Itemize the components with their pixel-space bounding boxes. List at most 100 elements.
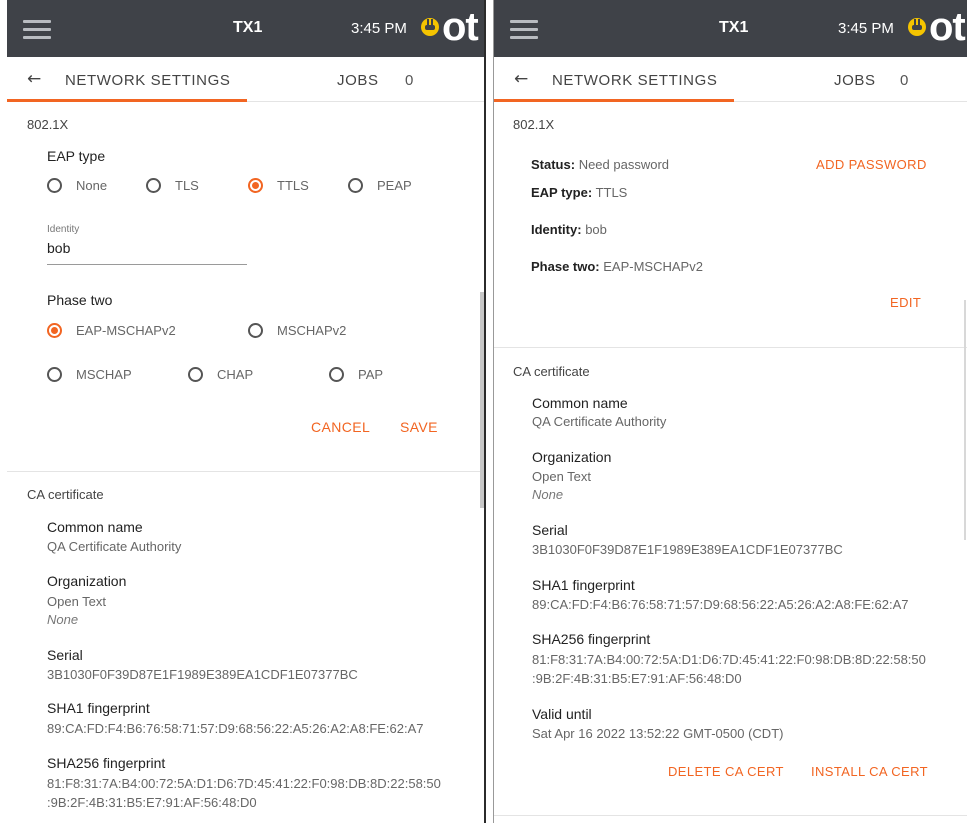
sub-header: ← NETWORK SETTINGS JOBS 0: [494, 57, 967, 102]
phase-two-label: Phase two: [47, 292, 113, 308]
organization-unit-value: None: [47, 612, 79, 627]
status-row: Status: Need password: [531, 157, 669, 172]
section-8021x-heading: 802.1X: [513, 117, 555, 132]
device-name: TX1: [719, 19, 749, 36]
phase-radio-mschapv2[interactable]: MSCHAPv2: [248, 323, 346, 338]
edit-button[interactable]: EDIT: [890, 295, 921, 310]
scrollbar-track[interactable]: [964, 300, 966, 540]
jobs-count: 0: [900, 72, 909, 89]
valid-until-label: Valid until: [532, 706, 592, 722]
radio-circle: [188, 367, 203, 382]
organization-value: Open Text: [47, 594, 107, 609]
organization-value: Open Text: [532, 469, 592, 484]
back-arrow-icon[interactable]: ←: [514, 69, 528, 89]
serial-value: 3B1030F0F39D87E1F1989E389EA1CDF1E07377BC: [532, 542, 843, 557]
page-title: NETWORK SETTINGS: [552, 72, 718, 89]
phase-radio-eap-mschapv2[interactable]: EAP-MSCHAPv2: [47, 323, 176, 338]
eap-type-label: EAP type:: [531, 185, 593, 200]
identity-value: bob: [585, 222, 607, 237]
ca-certificate-heading: CA certificate: [27, 487, 104, 502]
identity-row: Identity: bob: [531, 222, 607, 237]
active-tab-indicator: [7, 99, 247, 102]
back-arrow-icon[interactable]: ←: [27, 69, 41, 89]
plug-icon: [421, 18, 439, 36]
sha1-label: SHA1 fingerprint: [532, 577, 635, 593]
cancel-button[interactable]: CANCEL: [311, 419, 370, 435]
left-screen: TX1 3:45 PM ot ← NETWORK SETTINGS JOBS 0…: [7, 0, 484, 823]
serial-label: Serial: [47, 647, 83, 663]
organization-unit-value: None: [532, 487, 564, 502]
radio-circle: [47, 178, 62, 193]
active-tab-indicator: [494, 99, 734, 102]
section-divider-bottom: [494, 815, 967, 816]
status-value: Need password: [578, 157, 670, 172]
eap-type-value: TTLS: [595, 185, 628, 200]
sha256-value-line2: :9B:2F:4B:31:B5:E7:91:AF:56:48:D0: [532, 671, 742, 686]
sha256-value-line1: 81:F8:31:7A:B4:00:72:5A:D1:D6:7D:45:41:2…: [47, 776, 441, 791]
install-ca-cert-button[interactable]: INSTALL CA CERT: [811, 764, 928, 779]
phase-two-value: EAP-MSCHAPv2: [603, 259, 703, 274]
save-button[interactable]: SAVE: [400, 419, 438, 435]
section-8021x-heading: 802.1X: [27, 117, 69, 132]
identity-field-label: Identity: [47, 224, 80, 235]
ot-logo: ot: [929, 5, 966, 49]
plug-icon: [908, 18, 926, 36]
delete-ca-cert-button[interactable]: DELETE CA CERT: [668, 764, 784, 779]
clock: 3:45 PM: [351, 20, 407, 37]
top-bar: TX1 3:45 PM ot: [494, 0, 967, 57]
sha256-label: SHA256 fingerprint: [47, 755, 166, 771]
valid-until-value: Sat Apr 16 2022 13:52:22 GMT-0500 (CDT): [532, 726, 784, 741]
common-name-label: Common name: [532, 395, 628, 411]
radio-circle-selected: [248, 178, 263, 193]
phase-radio-mschap[interactable]: MSCHAP: [47, 367, 132, 382]
clock: 3:45 PM: [838, 20, 894, 37]
radio-circle: [329, 367, 344, 382]
section-divider: [494, 347, 967, 348]
radio-circle: [248, 323, 263, 338]
radio-circle: [47, 367, 62, 382]
organization-label: Organization: [532, 449, 612, 465]
organization-label: Organization: [47, 573, 127, 589]
radio-circle-selected: [47, 323, 62, 338]
common-name-value: QA Certificate Authority: [47, 539, 182, 554]
top-bar: TX1 3:45 PM ot: [7, 0, 484, 57]
radio-circle: [146, 178, 161, 193]
eap-radio-peap[interactable]: PEAP: [348, 178, 412, 193]
ot-logo: ot: [442, 5, 479, 49]
phase-radio-chap[interactable]: CHAP: [188, 367, 253, 382]
phase-two-label: Phase two:: [531, 259, 600, 274]
menu-icon[interactable]: [510, 20, 538, 40]
screen-divider: [484, 0, 494, 823]
section-divider: [7, 471, 484, 472]
status-label: Status:: [531, 157, 576, 172]
eap-radio-ttls[interactable]: TTLS: [248, 178, 309, 193]
jobs-label[interactable]: JOBS: [337, 72, 379, 89]
serial-value: 3B1030F0F39D87E1F1989E389EA1CDF1E07377BC: [47, 667, 358, 682]
common-name-label: Common name: [47, 519, 143, 535]
page-title: NETWORK SETTINGS: [65, 72, 231, 89]
right-screen: TX1 3:45 PM ot ← NETWORK SETTINGS JOBS 0…: [494, 0, 967, 823]
eap-type-label: EAP type: [47, 148, 106, 164]
eap-type-row: EAP type: TTLS: [531, 185, 627, 200]
device-name: TX1: [233, 19, 263, 36]
sha256-value-line1: 81:F8:31:7A:B4:00:72:5A:D1:D6:7D:45:41:2…: [532, 652, 926, 667]
sha256-value-line2: :9B:2F:4B:31:B5:E7:91:AF:56:48:D0: [47, 795, 257, 810]
eap-radio-none[interactable]: None: [47, 178, 107, 193]
sha1-label: SHA1 fingerprint: [47, 700, 150, 716]
sub-header: ← NETWORK SETTINGS JOBS 0: [7, 57, 484, 102]
sha1-value: 89:CA:FD:F4:B6:76:58:71:57:D9:68:56:22:A…: [532, 597, 909, 612]
identity-input-underline: [47, 264, 247, 265]
add-password-button[interactable]: ADD PASSWORD: [816, 157, 927, 172]
common-name-value: QA Certificate Authority: [532, 414, 667, 429]
radio-circle: [348, 178, 363, 193]
sha1-value: 89:CA:FD:F4:B6:76:58:71:57:D9:68:56:22:A…: [47, 721, 424, 736]
jobs-count: 0: [405, 72, 414, 89]
ca-certificate-heading: CA certificate: [513, 364, 590, 379]
menu-icon[interactable]: [23, 20, 51, 40]
identity-input[interactable]: bob: [47, 240, 70, 256]
phase-two-row: Phase two: EAP-MSCHAPv2: [531, 259, 703, 274]
eap-radio-tls[interactable]: TLS: [146, 178, 199, 193]
phase-radio-pap[interactable]: PAP: [329, 367, 383, 382]
jobs-label[interactable]: JOBS: [834, 72, 876, 89]
identity-label: Identity:: [531, 222, 582, 237]
